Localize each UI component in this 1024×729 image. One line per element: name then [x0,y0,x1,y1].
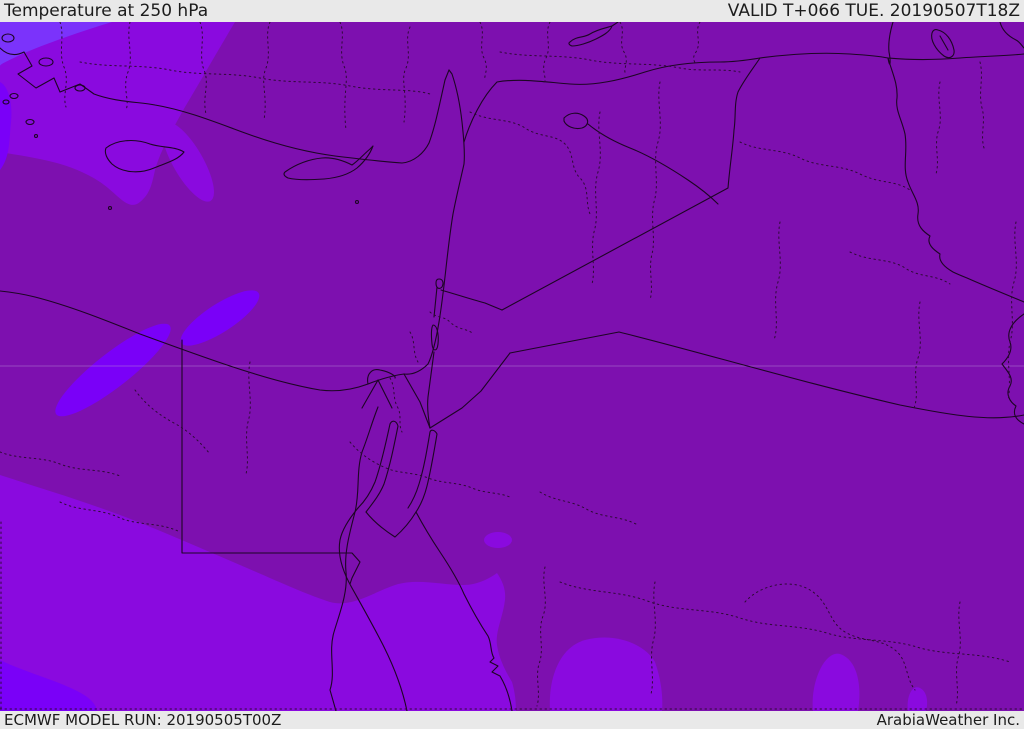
valid-time-label: VALID T+066 TUE. 20190507T18Z [727,1,1020,21]
footer-bar: ECMWF MODEL RUN: 20190505T00Z ArabiaWeat… [0,711,1024,729]
title-bar: Temperature at 250 hPa VALID T+066 TUE. … [0,0,1024,22]
weather-product-window: { "header": { "title": "Temperature at 2… [0,0,1024,729]
map-title: Temperature at 250 hPa [4,1,209,21]
credit-label: ArabiaWeather Inc. [876,711,1020,729]
weather-map [0,22,1024,711]
model-run-label: ECMWF MODEL RUN: 20190505T00Z [4,711,282,729]
temperature-field-map [0,22,1024,711]
